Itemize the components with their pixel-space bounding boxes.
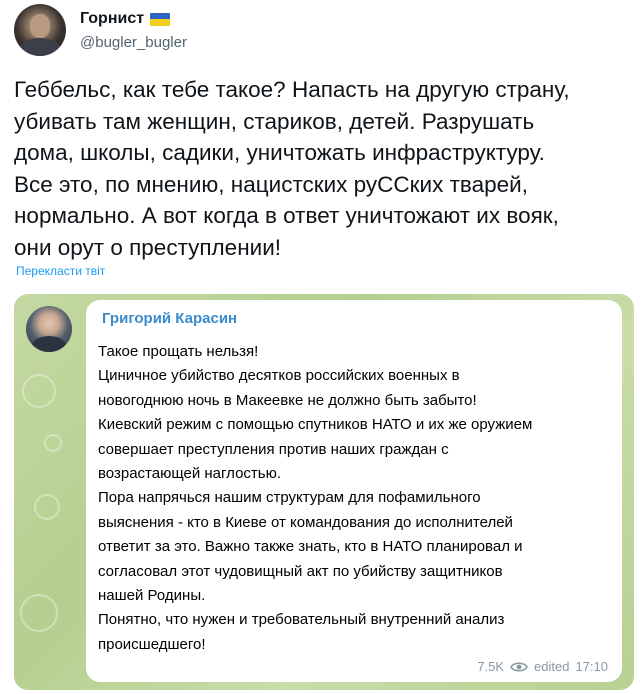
tweet-text-line: они орут о преступлении! — [14, 234, 282, 260]
message-line: новогоднюю ночь в Макеевке не должно быт… — [98, 391, 477, 409]
tweet-header: Горнист @bugler_bugler — [14, 4, 624, 60]
message-line: ответит за это. Важно также знать, кто в… — [98, 538, 523, 556]
message-time: 17:10 — [575, 659, 608, 674]
message-line: возрастающей наглостью. — [98, 465, 282, 483]
message-line: Пора напрячься нашим структурам для пофа… — [98, 489, 481, 507]
edited-label: edited — [534, 659, 570, 674]
channel-name: Григорий Карасин — [102, 310, 238, 327]
channel-avatar — [26, 306, 72, 352]
message-line: Такое прощать нельзя! — [98, 343, 259, 360]
message-line: совершает преступления против наших граж… — [98, 440, 449, 458]
tweet-text-line: Все это, по мнению, нацистских руССких т… — [14, 171, 528, 197]
background-doodle — [22, 374, 56, 408]
background-doodle — [20, 594, 58, 632]
tweet-text-line: нормально. А вот когда в ответ уничтожаю… — [14, 203, 559, 228]
tweet-text: Геббельс, как тебе такое? Напасть на дру… — [14, 74, 634, 263]
author-name-row: Горнист — [80, 10, 171, 28]
author-avatar[interactable] — [14, 4, 66, 56]
ukraine-flag-icon — [150, 12, 171, 26]
tweet-text-line: дома, школы, садики, уничтожать инфрастр… — [14, 140, 545, 165]
author-handle[interactable]: @bugler_bugler — [80, 34, 187, 51]
eye-icon — [510, 661, 528, 673]
view-count: 7.5K — [477, 659, 505, 674]
tweet-text-line: Геббельс, как тебе такое? Напасть на дру… — [14, 77, 570, 102]
message-line: выяснения - кто в Киеве от командования … — [98, 513, 513, 531]
message-line: согласовал этот чудовищный акт по убийст… — [98, 562, 503, 580]
message-line: происшедшего! — [98, 635, 206, 653]
background-doodle — [44, 434, 62, 452]
message-line: Понятно, что нужен и требовательный внут… — [98, 611, 505, 629]
tweet-media-screenshot[interactable]: Григорий Карасин Такое прощать нельзя! Ц… — [14, 294, 634, 690]
author-display-name[interactable]: Горнист — [80, 10, 144, 28]
translate-tweet-link[interactable]: Перекласти твіт — [16, 264, 105, 278]
message-bubble: Григорий Карасин Такое прощать нельзя! Ц… — [86, 300, 622, 682]
message-text: Такое прощать нельзя! Циничное убийство … — [98, 340, 613, 657]
background-doodle — [34, 494, 60, 520]
tweet-text-line: убивать там женщин, стариков, детей. Раз… — [14, 108, 535, 134]
message-meta: 7.5K edited 17:10 — [477, 659, 608, 674]
message-line: Киевский режим с помощью спутников НАТО … — [98, 416, 533, 434]
message-line: Циничное убийство десятков российских во… — [98, 367, 460, 385]
message-line: нашей Родины. — [98, 587, 206, 605]
